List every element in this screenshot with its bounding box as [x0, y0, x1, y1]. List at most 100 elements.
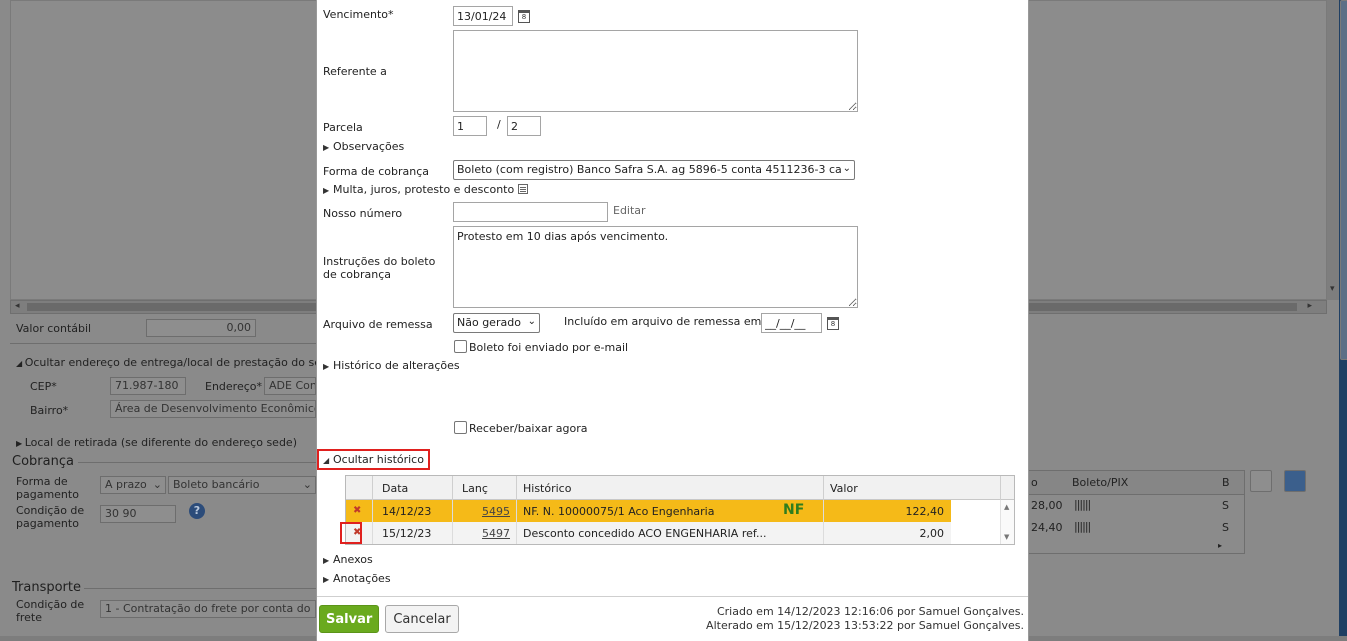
chevron-down-icon: ⌄ — [152, 478, 162, 491]
barcode-icon[interactable]: |||||| — [1074, 498, 1091, 511]
incluido-remessa-label: Incluído em arquivo de remessa em — [564, 315, 762, 328]
condicao-pagamento-input[interactable]: 30 90 — [100, 505, 176, 523]
anexos-toggle[interactable]: ▶ Anexos — [323, 553, 373, 566]
column-header-data[interactable]: Data — [382, 482, 408, 495]
triangle-down-icon: ◢ — [323, 456, 330, 465]
historico-alteracoes-toggle[interactable]: ▶ Histórico de alterações — [323, 359, 460, 372]
forma-cobranca-label: Forma de cobrança — [323, 165, 429, 178]
table-row[interactable]: ✖ 14/12/23 5495 NF. N. 10000075/1 Aco En… — [346, 500, 951, 522]
receber-baixar-checkbox[interactable] — [454, 421, 467, 434]
scroll-right-icon[interactable]: ▸ — [1218, 541, 1222, 550]
referente-textarea[interactable] — [453, 30, 858, 112]
valor-contabil-input[interactable]: 0,00 — [146, 319, 256, 337]
cobranca-section-title: Cobrança — [12, 454, 74, 469]
instrucoes-label: Instruções do boleto de cobrança — [323, 255, 436, 281]
editar-link[interactable]: Editar — [613, 204, 646, 217]
calendar-icon[interactable]: 8 — [518, 10, 530, 23]
valor-text: 122,40 — [905, 505, 945, 518]
calendar-icon[interactable]: 8 — [827, 317, 839, 330]
local-retirada-toggle[interactable]: ▶ Local de retirada (se diferente do end… — [16, 436, 297, 449]
receivable-edit-dialog: Vencimento* 8 Referente a Parcela / ▶Obs… — [316, 0, 1029, 641]
ocultar-endereco-toggle[interactable]: ◢ Ocultar endereço de entrega/local de p… — [16, 356, 321, 369]
triangle-right-icon: ▶ — [323, 143, 330, 152]
forma-pagamento-select[interactable]: A prazo ⌄ — [100, 476, 166, 494]
parcela-total-input[interactable] — [507, 116, 541, 136]
historico-text: Desconto concedido ACO ENGENHARIA ref... — [523, 527, 767, 540]
incluido-remessa-date-input[interactable] — [761, 313, 822, 333]
valor-text: 2,00 — [919, 527, 945, 540]
observacoes-toggle[interactable]: ▶ Observações — [323, 140, 404, 153]
unlock-icon[interactable] — [1284, 470, 1306, 492]
cancel-button[interactable]: Cancelar — [385, 605, 459, 633]
scroll-right-icon[interactable]: ▸ — [1307, 301, 1312, 311]
scroll-up-icon[interactable]: ▲ — [1004, 503, 1009, 511]
triangle-right-icon: ▶ — [16, 439, 25, 448]
condicao-frete-label: Condição de frete — [16, 598, 85, 624]
chevron-down-icon: ⌄ — [842, 163, 851, 174]
vencimento-label: Vencimento* — [323, 8, 394, 21]
boleto-email-checkbox[interactable] — [454, 340, 467, 353]
parcela-separator: / — [497, 118, 501, 131]
forma-pagamento-label: Forma de pagamento — [16, 475, 79, 501]
endereco-input[interactable]: ADE Con — [264, 377, 316, 395]
chevron-down-icon: ⌄ — [302, 478, 312, 491]
history-table-header: Data Lanç Histórico Valor — [346, 476, 1014, 500]
nosso-numero-input[interactable] — [453, 202, 608, 222]
save-button[interactable]: Salvar — [319, 605, 379, 633]
lancamento-link[interactable]: 5497 — [482, 527, 510, 540]
lancamento-link[interactable]: 5495 — [482, 505, 510, 518]
modified-audit-text: Alterado em 15/12/2023 13:53:22 por Samu… — [706, 619, 1024, 632]
endereco-label: Endereço* — [205, 380, 262, 393]
scroll-down-icon[interactable]: ▾ — [1330, 284, 1335, 294]
nf-badge: NF — [783, 502, 805, 518]
cep-input[interactable]: 71.987-180 — [110, 377, 186, 395]
triangle-right-icon: ▶ — [323, 362, 330, 371]
ocultar-historico-toggle[interactable]: ◢ Ocultar histórico — [323, 453, 424, 466]
arquivo-remessa-label: Arquivo de remessa — [323, 318, 433, 331]
created-audit-text: Criado em 14/12/2023 12:16:06 por Samuel… — [716, 605, 1024, 618]
bairro-input[interactable]: Área de Desenvolvimento Econômico — [110, 400, 316, 418]
table-row[interactable]: ✖ 15/12/23 5497 Desconto concedido ACO E… — [346, 522, 951, 544]
anotacoes-toggle[interactable]: ▶ Anotações — [323, 572, 391, 585]
condicao-frete-select[interactable]: 1 - Contratação do frete por conta do — [100, 600, 316, 618]
triangle-right-icon: ▶ — [323, 575, 330, 584]
parcela-atual-input[interactable] — [453, 116, 487, 136]
highlight-box-delete-icon — [340, 522, 362, 544]
list-icon[interactable] — [518, 184, 529, 194]
boleto-email-label: Boleto foi enviado por e-mail — [469, 341, 629, 354]
transporte-section-title: Transporte — [12, 580, 81, 595]
cep-label: CEP* — [30, 380, 57, 393]
print-icon[interactable] — [1250, 470, 1272, 492]
referente-label: Referente a — [323, 65, 387, 78]
multa-juros-toggle[interactable]: ▶ Multa, juros, protesto e desconto — [323, 183, 529, 196]
instrucoes-textarea[interactable]: Protesto em 10 dias após vencimento. — [453, 226, 858, 308]
column-header-historico[interactable]: Histórico — [523, 482, 571, 495]
historico-text: NF. N. 10000075/1 Aco Engenharia — [523, 505, 715, 518]
vencimento-input[interactable] — [453, 6, 513, 26]
history-table: Data Lanç Histórico Valor ✖ 14/12/23 549… — [345, 475, 1015, 545]
column-header-lanc[interactable]: Lanç — [462, 482, 488, 495]
history-table-scrollbar[interactable]: ▲ ▼ — [1000, 500, 1014, 544]
triangle-right-icon: ▶ — [323, 186, 330, 195]
parcela-label: Parcela — [323, 121, 363, 134]
barcode-icon[interactable]: |||||| — [1074, 520, 1091, 533]
arquivo-remessa-select[interactable]: Não gerado ⌄ — [453, 313, 540, 333]
bairro-label: Bairro* — [30, 404, 69, 417]
condicao-pagamento-label: Condição de pagamento — [16, 504, 85, 530]
background-installments-table: o Boleto/PIX B 28,00 |||||| S 24,40 ||||… — [1027, 470, 1245, 554]
right-edge-bar — [1339, 0, 1347, 641]
delete-icon[interactable]: ✖ — [353, 505, 361, 516]
valor-contabil-label: Valor contábil — [16, 322, 92, 335]
boleto-bancario-select[interactable]: Boleto bancário ⌄ — [168, 476, 316, 494]
scroll-down-icon[interactable]: ▼ — [1004, 533, 1009, 541]
column-header-valor[interactable]: Valor — [830, 482, 858, 495]
boleto-pix-column-header: Boleto/PIX — [1072, 476, 1129, 489]
nosso-numero-label: Nosso número — [323, 207, 403, 220]
chevron-down-icon: ⌄ — [527, 316, 536, 327]
triangle-right-icon: ▶ — [323, 556, 330, 565]
receber-baixar-label: Receber/baixar agora — [469, 422, 588, 435]
forma-cobranca-select[interactable]: Boleto (com registro) Banco Safra S.A. a… — [453, 160, 855, 180]
scroll-left-icon[interactable]: ◂ — [15, 301, 20, 311]
help-icon[interactable]: ? — [189, 503, 205, 519]
triangle-down-icon: ◢ — [16, 359, 25, 368]
